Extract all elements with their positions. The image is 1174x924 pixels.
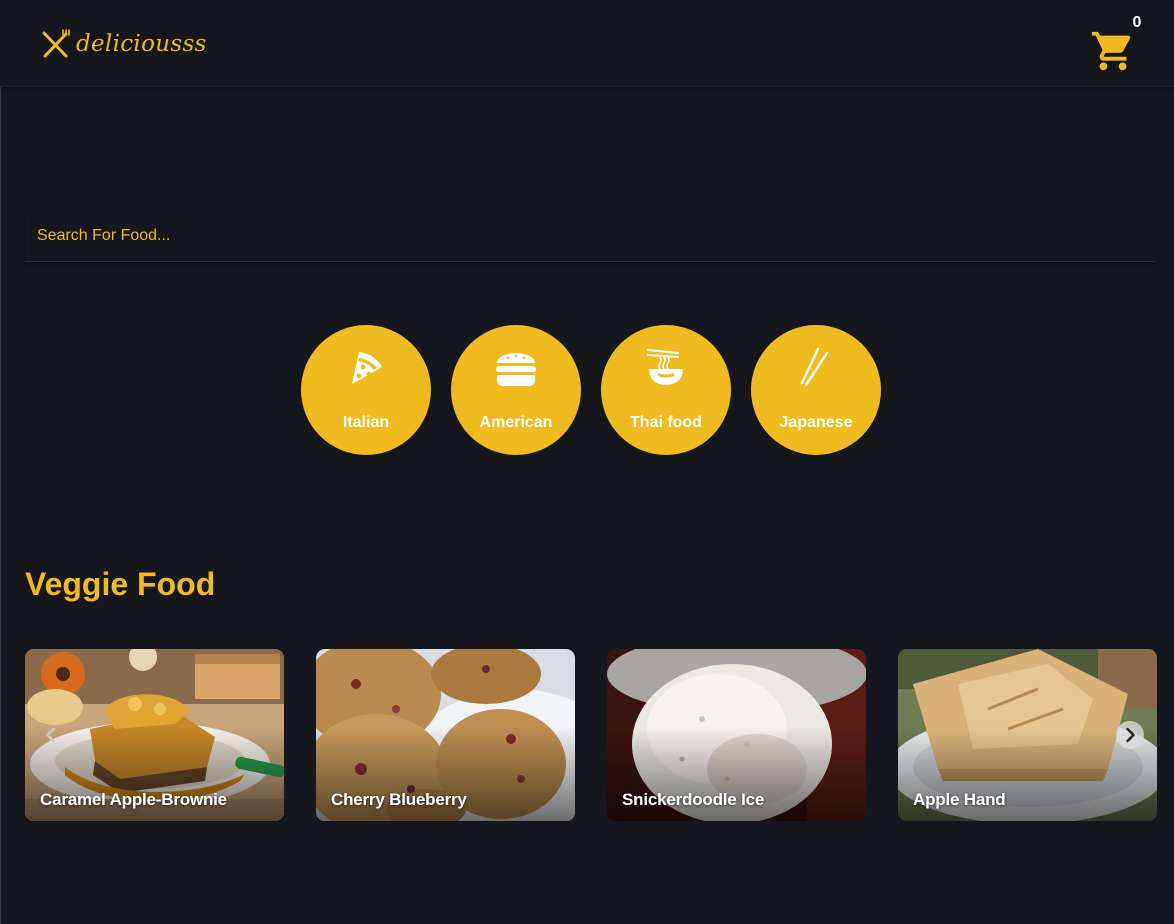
category-thai-food[interactable]: Thai food bbox=[601, 325, 731, 455]
category-italian[interactable]: Italian bbox=[301, 325, 431, 455]
category-label: Thai food bbox=[630, 414, 702, 431]
top-navbar: deliciousss 0 bbox=[0, 0, 1174, 87]
cart-count-badge: 0 bbox=[1132, 14, 1142, 31]
chevron-right-icon bbox=[1126, 727, 1135, 743]
logo-text: deliciousss bbox=[76, 31, 207, 57]
chopsticks-icon bbox=[800, 347, 829, 387]
category-japanese[interactable]: Japanese bbox=[751, 325, 881, 455]
cart-button[interactable] bbox=[1090, 28, 1136, 74]
search-bar bbox=[25, 210, 1156, 262]
food-card-title: Caramel Apple-Brownie bbox=[40, 790, 227, 809]
food-card[interactable]: Snickerdoodle Ice bbox=[607, 649, 866, 821]
category-label: American bbox=[479, 414, 553, 431]
chevron-left-icon bbox=[46, 727, 55, 743]
burger-icon bbox=[496, 353, 536, 386]
logo-link[interactable]: deliciousss bbox=[40, 28, 207, 60]
carousel-prev-button[interactable] bbox=[37, 721, 65, 749]
food-card-title: Cherry Blueberry bbox=[331, 790, 467, 809]
category-american[interactable]: American bbox=[451, 325, 581, 455]
section-title-veggie: Veggie Food bbox=[25, 566, 216, 602]
noodle-bowl-icon bbox=[647, 349, 683, 385]
pizza-icon bbox=[352, 352, 382, 384]
category-label: Italian bbox=[342, 414, 390, 431]
fork-knife-icon bbox=[42, 29, 70, 58]
category-label: Japanese bbox=[779, 414, 853, 431]
left-edge bbox=[0, 0, 1, 924]
cart-icon bbox=[1091, 31, 1131, 71]
food-card-title: Apple Hand bbox=[913, 790, 1006, 809]
food-card[interactable]: Cherry Blueberry bbox=[316, 649, 575, 821]
food-card-title: Snickerdoodle Ice bbox=[622, 790, 765, 809]
carousel-next-button[interactable] bbox=[1116, 721, 1144, 749]
search-input[interactable] bbox=[25, 210, 1156, 261]
